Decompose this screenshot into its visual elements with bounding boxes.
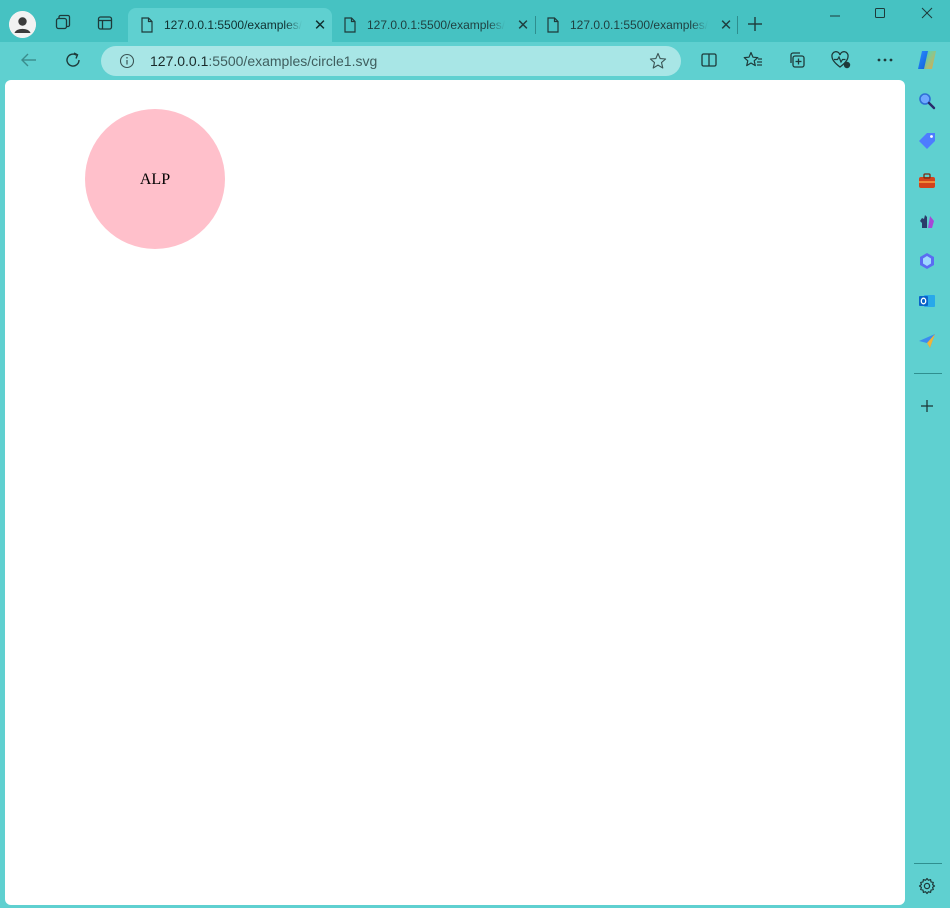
info-icon[interactable] [119, 53, 135, 69]
refresh-icon [66, 52, 80, 67]
page-icon [141, 17, 153, 33]
split-screen-icon [701, 53, 717, 67]
refresh-button[interactable] [58, 45, 88, 75]
tab-actions-button[interactable] [91, 9, 119, 37]
settings-icon[interactable] [917, 876, 937, 896]
maximize-icon [875, 8, 885, 18]
page-icon [344, 17, 356, 33]
back-arrow-icon [21, 53, 36, 67]
right-sidebar [906, 80, 950, 908]
address-bar[interactable]: 127.0.0.1:5500/examples/circle1.svg [101, 46, 681, 76]
tab-circle3[interactable]: 127.0.0.1:5500/examples/circle3.svg ✕ [534, 8, 738, 42]
split-screen-button[interactable] [694, 45, 724, 75]
favorites-icon [743, 51, 762, 67]
more-icon [877, 58, 893, 62]
svg-document: ALP [85, 109, 225, 249]
title-bar: 127.0.0.1:5500/examples/circle1.svg ✕ 12… [0, 0, 950, 42]
copilot-icon [918, 51, 936, 69]
close-tab-icon[interactable]: ✕ [310, 16, 330, 34]
sidebar-separator [914, 373, 942, 374]
settings-more-button[interactable] [870, 45, 900, 75]
close-icon [921, 7, 933, 19]
shopping-tag-icon[interactable] [917, 131, 937, 151]
minimize-icon [830, 15, 840, 17]
page-viewport: ALP [5, 80, 905, 905]
copilot-button[interactable] [912, 45, 942, 75]
tab-title: 127.0.0.1:5500/examples/circle2.svg [367, 18, 505, 32]
send-icon[interactable] [917, 331, 937, 351]
workspaces-icon [55, 14, 71, 30]
maximize-button[interactable] [869, 6, 891, 26]
copilot-sidebar-icon[interactable] [917, 251, 937, 271]
close-window-button[interactable] [916, 6, 938, 26]
favorites-button[interactable] [738, 45, 768, 75]
games-icon[interactable] [917, 211, 937, 231]
close-tab-icon[interactable]: ✕ [513, 16, 533, 34]
tab-title: 127.0.0.1:5500/examples/circle1.svg [164, 18, 302, 32]
collections-icon [790, 52, 805, 68]
minimize-button[interactable] [824, 6, 846, 26]
tab-title: 127.0.0.1:5500/examples/circle3.svg [570, 18, 708, 32]
add-icon[interactable] [917, 396, 937, 416]
search-icon[interactable] [917, 91, 937, 111]
tab-actions-icon [97, 16, 113, 30]
plus-icon [748, 17, 762, 31]
workspaces-button[interactable] [49, 9, 77, 37]
close-tab-icon[interactable]: ✕ [716, 16, 736, 34]
page-icon [547, 17, 559, 33]
collections-button[interactable] [782, 45, 812, 75]
toolbox-icon[interactable] [917, 171, 937, 191]
back-button[interactable] [14, 45, 44, 75]
toolbar: 127.0.0.1:5500/examples/circle1.svg [0, 42, 950, 80]
heart-pulse-icon [831, 51, 851, 69]
favorite-star-icon[interactable] [649, 52, 667, 70]
url-path: :5500/examples/circle1.svg [208, 53, 378, 69]
browser-essentials-button[interactable] [826, 45, 856, 75]
outlook-icon[interactable] [917, 291, 937, 311]
new-tab-button[interactable] [741, 10, 769, 38]
sidebar-separator [914, 863, 942, 864]
profile-avatar[interactable] [9, 11, 36, 38]
url-host: 127.0.0.1 [150, 53, 209, 69]
profile-icon [9, 11, 36, 38]
url-text[interactable]: 127.0.0.1:5500/examples/circle1.svg [150, 53, 377, 69]
circle-label: ALP [140, 171, 170, 188]
tab-separator [737, 16, 738, 34]
tab-circle2[interactable]: 127.0.0.1:5500/examples/circle2.svg ✕ [331, 8, 535, 42]
tab-circle1[interactable]: 127.0.0.1:5500/examples/circle1.svg ✕ [128, 8, 332, 42]
